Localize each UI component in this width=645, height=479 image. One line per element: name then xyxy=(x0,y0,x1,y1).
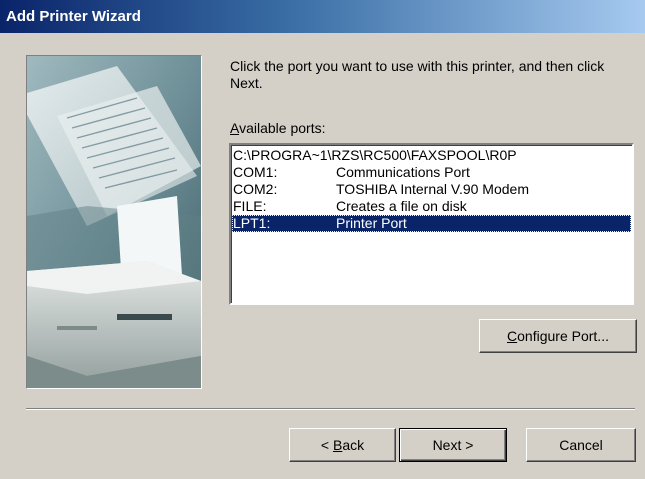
list-item[interactable]: COM1: Communications Port xyxy=(232,164,631,181)
cancel-button[interactable]: Cancel xyxy=(526,428,636,462)
window-title: Add Printer Wizard xyxy=(6,8,141,25)
instructions-text: Click the port you want to use with this… xyxy=(230,58,605,91)
printer-illustration-image xyxy=(27,56,201,388)
port-description: TOSHIBA Internal V.90 Modem xyxy=(336,181,529,197)
list-item-selected[interactable]: LPT1: Printer Port xyxy=(232,215,631,232)
port-name: COM2: xyxy=(233,181,278,197)
port-name: LPT1: xyxy=(233,215,271,231)
back-button[interactable]: < Back xyxy=(289,428,396,462)
available-ports-label: Available ports: xyxy=(230,120,325,136)
back-label-rest: ack xyxy=(342,437,365,453)
title-bar[interactable]: Add Printer Wizard xyxy=(0,0,645,33)
next-button[interactable]: Next > xyxy=(399,428,507,462)
port-name: COM1: xyxy=(233,164,278,180)
port-name: FILE: xyxy=(233,198,267,214)
list-item[interactable]: C:\PROGRA~1\RZS\RC500\FAXSPOOL\R0P xyxy=(232,147,631,164)
cancel-label: Cancel xyxy=(559,437,603,453)
back-prefix: < xyxy=(320,437,333,453)
port-name: C:\PROGRA~1\RZS\RC500\FAXSPOOL\R0P xyxy=(233,147,517,163)
list-item[interactable]: COM2: TOSHIBA Internal V.90 Modem xyxy=(232,181,631,198)
wizard-illustration xyxy=(26,55,202,389)
port-description: Printer Port xyxy=(336,215,407,231)
back-mnemonic: B xyxy=(332,437,343,453)
port-description: Communications Port xyxy=(336,164,470,180)
separator xyxy=(26,408,635,410)
ports-label-rest: vailable ports: xyxy=(239,120,326,136)
add-printer-wizard-window: Add Printer Wizard Click the port you wa… xyxy=(0,0,645,479)
configure-mnemonic: C xyxy=(507,328,518,344)
port-description: Creates a file on disk xyxy=(336,198,467,214)
list-item[interactable]: FILE: Creates a file on disk xyxy=(232,198,631,215)
configure-port-button[interactable]: Configure Port... xyxy=(479,319,637,353)
configure-label-rest: onfigure Port... xyxy=(517,328,609,344)
next-label: Next > xyxy=(432,437,474,453)
ports-label-mnemonic: A xyxy=(230,120,240,136)
available-ports-list[interactable]: C:\PROGRA~1\RZS\RC500\FAXSPOOL\R0P COM1:… xyxy=(229,143,634,305)
